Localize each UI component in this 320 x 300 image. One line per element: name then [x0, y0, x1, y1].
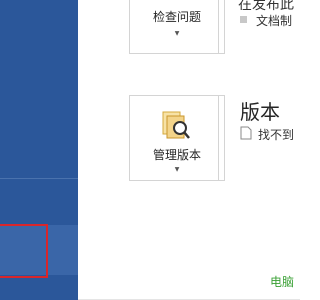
manage-versions-icon [162, 111, 190, 139]
check-issues-button[interactable]: 检查问题 ▼ [129, 0, 225, 54]
versions-status-partial: 找不到 [258, 128, 295, 142]
watermark-text: 电脑 [269, 275, 294, 289]
document-icon [240, 126, 252, 140]
chevron-down-icon: ▼ [174, 166, 180, 173]
sidebar-divider [0, 178, 78, 179]
chevron-down-icon: ▼ [174, 30, 180, 37]
highlight-box [0, 224, 48, 278]
inspect-item-partial: 文档制 [256, 14, 293, 28]
vertical-divider [218, 0, 219, 54]
check-issues-label: 检查问题 [152, 10, 201, 24]
bullet-icon [240, 16, 247, 23]
manage-versions-label: 管理版本 [152, 148, 201, 162]
vertical-divider [218, 95, 219, 181]
versions-heading: 版本 [240, 100, 280, 124]
manage-versions-button[interactable]: 管理版本 ▼ [129, 95, 225, 181]
